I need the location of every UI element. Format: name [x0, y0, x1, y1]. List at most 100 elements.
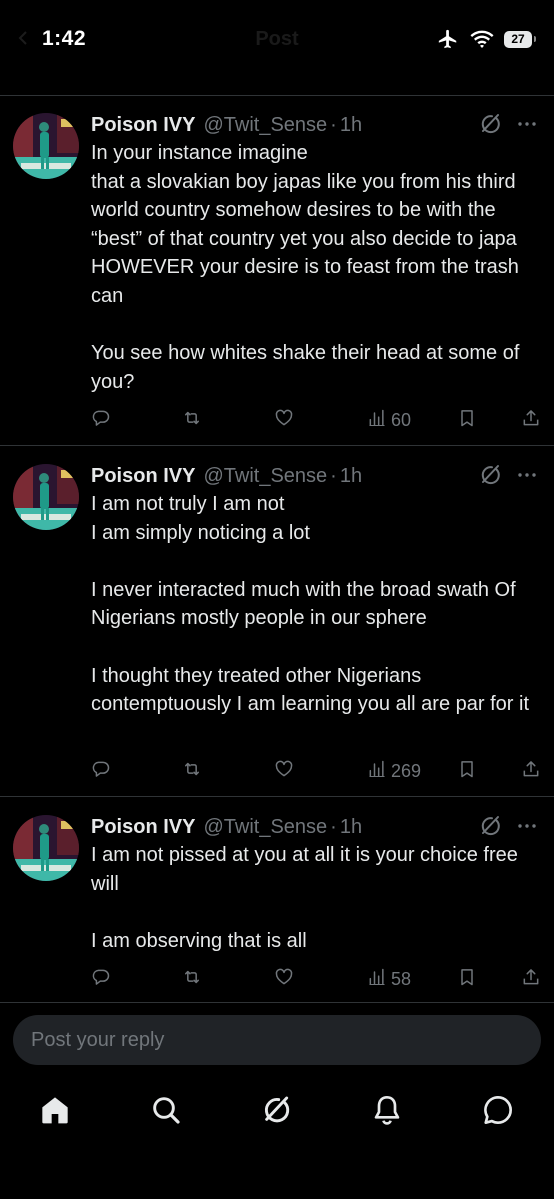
home-indicator [188, 1182, 366, 1188]
nav-grok[interactable] [259, 1093, 293, 1127]
heart-icon [274, 967, 294, 992]
views-button[interactable]: 269 [367, 756, 421, 786]
tweet-header: Poison IVY @Twit_Sense · 1h [91, 111, 362, 139]
tweet-paragraph: In your instance imagine that a slovakia… [91, 142, 519, 307]
tweet[interactable]: Poison IVY @Twit_Sense · 1h I am not truly I… [0, 447, 554, 797]
views-count: 60 [391, 409, 412, 430]
reply-button[interactable] [91, 405, 111, 435]
heart-icon [274, 759, 294, 784]
avatar[interactable] [13, 815, 79, 881]
grok-icon[interactable] [478, 112, 502, 136]
like-button[interactable] [274, 405, 294, 435]
nav-home[interactable] [38, 1093, 72, 1127]
tweet-actions: 269 [0, 756, 554, 786]
messages-icon [484, 1096, 512, 1124]
reply-input[interactable] [31, 1028, 541, 1052]
views-button[interactable]: 58 [367, 964, 411, 994]
tweet-text: In your instance imagine that a slovakia… [91, 139, 546, 396]
share-icon [521, 408, 541, 433]
battery-level: 27 [504, 30, 532, 48]
share-button[interactable] [521, 756, 541, 786]
tweet-paragraph: I am observing that is all [91, 929, 307, 952]
nav-notifications[interactable] [370, 1093, 404, 1127]
nav-search[interactable] [149, 1093, 183, 1127]
tweet-header: Poison IVY @Twit_Sense · 1h [91, 813, 362, 841]
status-bar: Post 1:42 27 [0, 0, 554, 80]
tweet-time[interactable]: 1h [340, 465, 362, 488]
author-name[interactable]: Poison IVY [91, 816, 195, 839]
share-icon [521, 759, 541, 784]
more-options-icon[interactable] [515, 814, 539, 838]
repost-icon [182, 408, 202, 433]
airplane-mode-icon [438, 29, 457, 49]
tweet-paragraph: I am not truly I am not I am simply noti… [91, 493, 310, 544]
tweet-text: I am not truly I am not I am simply noti… [91, 490, 546, 719]
reply-button[interactable] [91, 756, 111, 786]
bookmark-button[interactable] [457, 964, 477, 994]
tweet-header: Poison IVY @Twit_Sense · 1h [91, 462, 362, 490]
reply-icon [91, 967, 111, 992]
reply-icon [91, 759, 111, 784]
home-icon [42, 1097, 68, 1124]
bookmark-icon [457, 408, 477, 433]
search-icon [153, 1097, 180, 1124]
views-button[interactable]: 60 [367, 405, 411, 435]
author-name[interactable]: Poison IVY [91, 465, 195, 488]
share-button[interactable] [521, 964, 541, 994]
views-count: 58 [391, 968, 412, 989]
bar-chart-icon [367, 408, 387, 433]
author-handle[interactable]: @Twit_Sense [203, 114, 327, 137]
tweet-paragraph: I never interacted much with the broad s… [91, 578, 516, 630]
tweet-paragraph: I thought they treated other Nigerians c… [91, 664, 529, 716]
repost-icon [182, 759, 202, 784]
more-options-icon[interactable] [515, 463, 539, 487]
tweet[interactable]: Poison IVY @Twit_Sense · 1h I am not pissed … [0, 798, 554, 1003]
tweet-actions: 60 [0, 405, 554, 435]
reply-icon [91, 408, 111, 433]
status-icons: 27 [436, 28, 536, 50]
separator-dot: · [330, 464, 337, 487]
battery-indicator: 27 [504, 30, 536, 48]
tweet[interactable]: Poison IVY @Twit_Sense · 1h In your instance… [0, 96, 554, 446]
repost-button[interactable] [182, 964, 202, 994]
separator-dot: · [330, 815, 337, 838]
avatar[interactable] [13, 113, 79, 179]
tweet-text: I am not pissed at you at all it is your… [91, 841, 546, 955]
reply-button[interactable] [91, 964, 111, 994]
tweet-actions: 58 [0, 964, 554, 994]
avatar[interactable] [13, 464, 79, 530]
repost-button[interactable] [182, 405, 202, 435]
separator-dot: · [330, 113, 337, 136]
bookmark-button[interactable] [457, 405, 477, 435]
bookmark-button[interactable] [457, 756, 477, 786]
repost-button[interactable] [182, 756, 202, 786]
nav-messages[interactable] [481, 1093, 515, 1127]
reply-bar[interactable] [13, 1015, 541, 1065]
grok-icon [264, 1096, 290, 1123]
bar-chart-icon [367, 759, 387, 784]
share-icon [521, 967, 541, 992]
grok-icon[interactable] [478, 814, 502, 838]
bar-chart-icon [367, 967, 387, 992]
wifi-icon [470, 30, 494, 48]
views-count: 269 [391, 760, 422, 781]
author-handle[interactable]: @Twit_Sense [203, 816, 327, 839]
bookmark-icon [457, 759, 477, 784]
repost-icon [182, 967, 202, 992]
bookmark-icon [457, 967, 477, 992]
tweet-time[interactable]: 1h [340, 114, 362, 137]
grok-icon[interactable] [478, 463, 502, 487]
like-button[interactable] [274, 756, 294, 786]
tweet-paragraph: You see how whites shake their head at s… [91, 342, 520, 393]
more-options-icon[interactable] [515, 112, 539, 136]
notifications-icon [374, 1096, 400, 1125]
author-name[interactable]: Poison IVY [91, 114, 195, 137]
bottom-nav [0, 1085, 554, 1145]
like-button[interactable] [274, 964, 294, 994]
status-time: 1:42 [42, 27, 87, 50]
share-button[interactable] [521, 405, 541, 435]
tweet-time[interactable]: 1h [340, 816, 362, 839]
heart-icon [274, 408, 294, 433]
author-handle[interactable]: @Twit_Sense [203, 465, 327, 488]
tweet-paragraph: I am not pissed at you at all it is your… [91, 844, 518, 895]
